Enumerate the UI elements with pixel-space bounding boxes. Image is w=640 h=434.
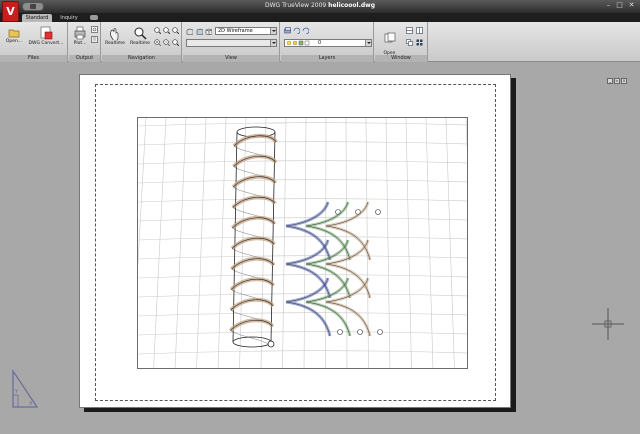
chevron-down-icon bbox=[270, 28, 276, 34]
cube-icon[interactable] bbox=[205, 28, 212, 35]
window-panel-title: Window bbox=[375, 55, 427, 62]
dwg-convert-button-label: DWG Convert... bbox=[28, 41, 64, 46]
pan-realtime-label: Realtime bbox=[105, 41, 125, 46]
cascade-icon[interactable] bbox=[406, 39, 413, 46]
open-button[interactable]: Open... bbox=[3, 26, 25, 45]
tile-vertical-icon[interactable] bbox=[416, 27, 423, 34]
arrange-icons-icon[interactable] bbox=[416, 39, 423, 46]
current-layer-value: 0 bbox=[318, 40, 322, 46]
close-window-button[interactable]: ✕ bbox=[627, 1, 636, 10]
layers-panel: 0 Layers bbox=[281, 22, 374, 62]
files-panel-title: Files bbox=[0, 55, 67, 62]
layer-dropdown[interactable]: 0 bbox=[284, 39, 372, 47]
helix-drawing bbox=[138, 118, 467, 368]
dwg-trueview-window: DWG TrueView 2009 helicoool.dwg – □ ✕ V … bbox=[0, 0, 640, 434]
zoom-scale-icon[interactable] bbox=[172, 39, 179, 46]
ribbon-minimize-toggle[interactable] bbox=[90, 15, 98, 20]
title-file-name: helicoool.dwg bbox=[328, 2, 376, 9]
layer-state-icon[interactable] bbox=[302, 27, 309, 34]
zoom-icon bbox=[134, 27, 147, 40]
view-panel: 2D Wireframe View bbox=[183, 22, 280, 62]
spring-bottom-end bbox=[377, 329, 383, 335]
maximize-window-button[interactable]: □ bbox=[615, 1, 624, 10]
visual-style-dropdown[interactable]: 2D Wireframe bbox=[215, 27, 277, 35]
open-button-label: Open... bbox=[5, 39, 23, 44]
svg-text:Y: Y bbox=[14, 389, 19, 395]
zoom-out-icon[interactable] bbox=[163, 39, 170, 46]
doc-restore-button[interactable]: ▫ bbox=[614, 78, 620, 84]
output-panel: Plot... Output bbox=[69, 22, 101, 62]
view-iso-icon[interactable] bbox=[196, 28, 203, 35]
ribbon-tab-bar: Standard Inquiry bbox=[0, 13, 640, 22]
doc-minimize-button[interactable]: _ bbox=[607, 78, 613, 84]
helix-end-cap bbox=[267, 340, 275, 348]
layout-viewport[interactable] bbox=[137, 117, 468, 369]
chevron-down-icon bbox=[270, 40, 276, 46]
output-panel-title: Output bbox=[69, 55, 100, 62]
open-drawings-icon bbox=[384, 32, 395, 43]
navigation-panel-title: Navigation bbox=[102, 55, 181, 62]
plot-button-label: Plot... bbox=[73, 41, 87, 46]
minimize-window-button[interactable]: – bbox=[604, 1, 613, 10]
zoom-realtime-label: Realtime bbox=[130, 41, 150, 46]
layers-panel-title: Layers bbox=[281, 55, 373, 62]
crosshair-icon bbox=[592, 308, 624, 340]
window-panel: Open Drawings Window bbox=[375, 22, 428, 62]
navigation-panel: Realtime Realtime Navigation bbox=[102, 22, 182, 62]
title-app-name: DWG TrueView 2009 bbox=[264, 2, 327, 9]
plot-preview-icon[interactable] bbox=[91, 26, 98, 33]
spring-top-end bbox=[375, 209, 381, 215]
files-panel: Open... DWG Convert... Files bbox=[0, 22, 68, 62]
plot-button[interactable]: Plot... bbox=[71, 26, 89, 47]
layer-properties-icon[interactable] bbox=[284, 27, 291, 34]
window-title: DWG TrueView 2009 helicoool.dwg bbox=[0, 2, 640, 9]
zoom-extents-icon[interactable] bbox=[172, 27, 179, 34]
zoom-realtime-button[interactable]: Realtime bbox=[128, 26, 152, 47]
ribbon: Open... DWG Convert... Files Plot... Out… bbox=[0, 22, 640, 62]
ucs-icon: Y X bbox=[12, 369, 39, 408]
tab-inquiry[interactable]: Inquiry bbox=[56, 14, 82, 22]
zoom-previous-icon[interactable] bbox=[163, 27, 170, 34]
layer-bulb-icon bbox=[286, 40, 310, 46]
chevron-down-icon bbox=[365, 40, 371, 46]
open-icon bbox=[8, 29, 20, 38]
cylinder-bottom-ellipse bbox=[232, 336, 272, 348]
app-logo-icon[interactable]: V bbox=[2, 1, 19, 22]
zoom-in-icon[interactable] bbox=[154, 39, 161, 46]
named-view-dropdown[interactable] bbox=[186, 39, 277, 47]
layout-paper bbox=[79, 74, 511, 408]
page-setup-icon[interactable] bbox=[91, 36, 98, 43]
layer-previous-icon[interactable] bbox=[293, 27, 300, 34]
doc-close-button[interactable]: x bbox=[621, 78, 627, 84]
view-panel-title: View bbox=[183, 55, 279, 62]
svg-text:X: X bbox=[29, 401, 33, 407]
dwg-convert-button[interactable]: DWG Convert... bbox=[26, 26, 66, 47]
visual-style-value: 2D Wireframe bbox=[218, 28, 253, 34]
view-front-icon[interactable] bbox=[186, 28, 193, 35]
drawing-grid bbox=[138, 118, 467, 368]
dwg-convert-icon bbox=[40, 26, 53, 40]
spring-bottom-end bbox=[357, 329, 363, 335]
plot-icon bbox=[74, 26, 86, 40]
title-bar: DWG TrueView 2009 helicoool.dwg – □ ✕ bbox=[0, 0, 640, 13]
tab-standard[interactable]: Standard bbox=[22, 14, 52, 22]
pan-icon bbox=[110, 28, 119, 40]
tile-horizontal-icon[interactable] bbox=[406, 27, 413, 34]
spring-bottom-end bbox=[337, 329, 343, 335]
document-window-controls: _ ▫ x bbox=[606, 67, 630, 84]
zoom-window-icon[interactable] bbox=[154, 27, 161, 34]
pan-realtime-button[interactable]: Realtime bbox=[103, 26, 127, 47]
